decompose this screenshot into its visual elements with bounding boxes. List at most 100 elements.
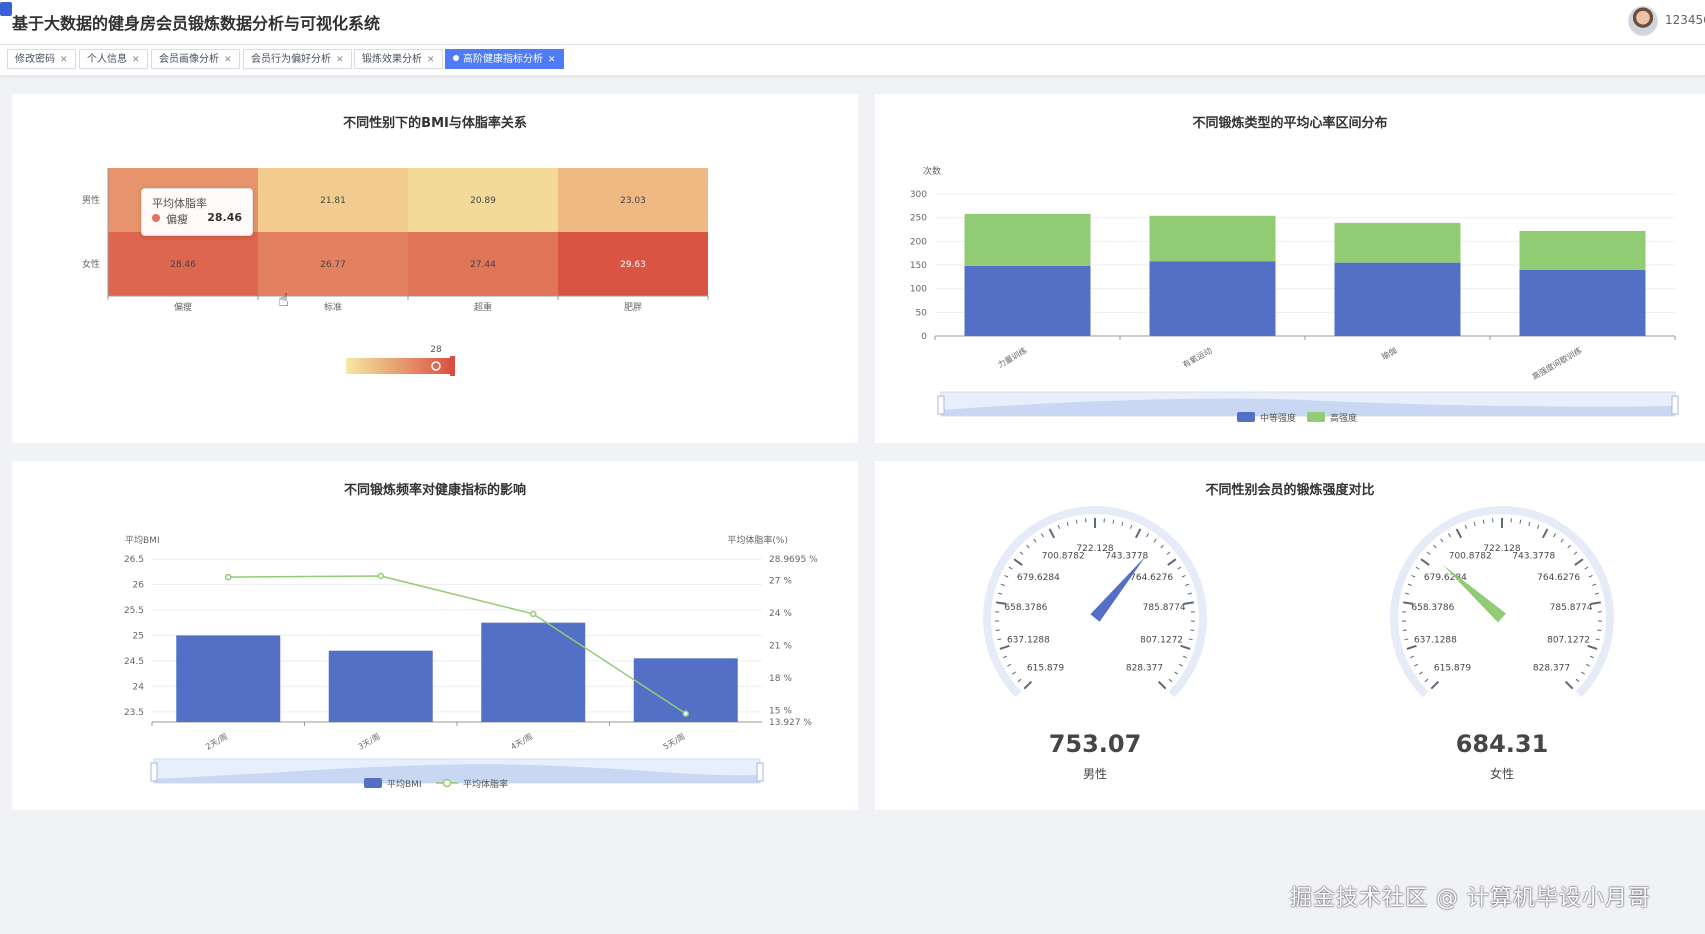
line-point [530, 610, 537, 618]
tab-behavior-preference[interactable]: 会员行为偏好分析 ✕ [243, 49, 352, 69]
gauge-tick [1013, 558, 1023, 566]
gauge-tick [1160, 544, 1164, 549]
x-axis-label: 肥胖 [624, 302, 642, 313]
gauge-tick [1057, 524, 1061, 529]
gauge-value: 684.31 [1456, 730, 1549, 758]
gauge-tick [1075, 519, 1078, 524]
avatar[interactable] [1628, 6, 1658, 36]
legend-label: 平均体脂率 [463, 778, 508, 790]
panel-heart-rate: 不同锻炼类型的平均心率区间分布 次数 0 50 100 150 200 250 300 力量训练… [875, 94, 1705, 443]
gauge-tick [995, 629, 1000, 632]
close-icon[interactable]: ✕ [548, 55, 556, 65]
bar [328, 650, 433, 722]
close-icon[interactable]: ✕ [427, 55, 435, 65]
gauge-tick [1112, 519, 1115, 524]
tooltip-value: 28.46 [207, 211, 242, 224]
username[interactable]: 123456 [1665, 13, 1705, 27]
bar-segment [1334, 262, 1461, 336]
gauge-tick-label: 658.3786 [1004, 603, 1047, 613]
line-point [682, 710, 689, 717]
gauge-pointer [1090, 556, 1146, 622]
bar-segment [1149, 215, 1276, 262]
gauge-tick [1410, 655, 1415, 659]
gauge-tick [998, 592, 1003, 595]
gauge-tick [1528, 521, 1531, 526]
frequency-chart[interactable]: 平均BMI 平均体脂率(%) 23.5 24 24.5 25 25.5 26 26.5 13.92… [12, 461, 858, 810]
gauge-tick [1420, 558, 1430, 566]
gauge-tick [1007, 663, 1012, 667]
gauge-tick [1440, 538, 1444, 543]
close-icon[interactable]: ✕ [336, 55, 344, 65]
gauge-tick [1411, 574, 1416, 578]
tab-advanced-health[interactable]: 高阶健康指标分析 ✕ [445, 49, 564, 69]
y-axis-label: 100 [910, 285, 927, 295]
legend-label: 高强度 [1330, 412, 1357, 424]
gauge-tick [1541, 528, 1549, 539]
gauge-tick-label: 637.1288 [1007, 636, 1050, 646]
gauge-tick [1188, 638, 1193, 641]
gauge-tick [1589, 655, 1594, 659]
gauge-tick-label: 743.3778 [1512, 552, 1555, 562]
y-axis-label: 50 [916, 308, 928, 318]
panel-bmi-bodyfat: 不同性别下的BMI与体脂率关系 21.81 20.89 23.03 男性 28.46 26… [12, 94, 858, 443]
close-icon[interactable]: ✕ [224, 55, 232, 65]
heatmap-cell-label: 20.89 [470, 196, 496, 206]
tab-change-password[interactable]: 修改密码 ✕ [7, 49, 76, 69]
tab-label: 个人信息 [87, 54, 127, 65]
y-axis-title: 次数 [923, 165, 941, 177]
data-zoom-handle-right [756, 762, 764, 782]
gauge-tick [999, 644, 1010, 650]
gauge-tick [1040, 533, 1044, 538]
gauge-tick [1574, 558, 1584, 566]
legend-label: 平均BMI [387, 778, 422, 790]
x-axis-label: 高强度间歇训练 [1530, 345, 1583, 382]
y-axis-label-right: 15 % [769, 706, 792, 716]
gauge-tick [1482, 519, 1485, 524]
gauge-tick [1406, 644, 1417, 650]
gauge-tick [1178, 663, 1183, 667]
bar [176, 635, 281, 722]
gauge-tick-label: 679.6284 [1017, 573, 1060, 583]
heart-rate-chart[interactable]: 次数 0 50 100 150 200 250 300 力量训练 有氧运动 瑜伽 高强度间歇训练中等强… [875, 94, 1705, 443]
gauge-tick [1008, 566, 1013, 570]
gauge-tick [1405, 592, 1410, 595]
heatmap-cell-label: 26.77 [320, 260, 346, 270]
heatmap-chart[interactable]: 21.81 20.89 23.03男性28.46 26.77 27.44 29.63女性偏… [12, 94, 858, 443]
gauge-tick [1000, 583, 1005, 586]
gauge-tick [1519, 519, 1522, 524]
data-zoom-handle-left [937, 395, 945, 415]
visual-map-handle [450, 356, 455, 376]
gauge-tick [1464, 524, 1468, 529]
tab-label: 高阶健康指标分析 [463, 54, 543, 65]
hand-cursor-icon: ☝ [278, 290, 289, 311]
intensity-gauges[interactable]: 615.879637.1288658.3786679.6284700.87827… [875, 461, 1705, 810]
close-icon[interactable]: ✕ [132, 55, 140, 65]
x-axis-label: 偏瘦 [174, 301, 192, 313]
tab-exercise-effect[interactable]: 锻炼效果分析 ✕ [354, 49, 443, 69]
tooltip-title: 平均体脂率 [152, 197, 207, 210]
gauge-tick [1129, 524, 1133, 529]
x-axis-label: 3天/周 [357, 732, 382, 752]
y-axis-label-right: 27 % [769, 576, 792, 586]
y-axis-title-left: 平均BMI [125, 534, 160, 546]
tab-label: 会员画像分析 [159, 54, 219, 65]
gauge-tick [1121, 521, 1124, 526]
tab-profile[interactable]: 个人信息 ✕ [79, 49, 148, 69]
tab-member-portrait[interactable]: 会员画像分析 ✕ [151, 49, 240, 69]
gauge-tick [1595, 638, 1600, 641]
gauge-tick-label: 828.377 [1126, 663, 1163, 673]
y-axis-label: 300 [910, 190, 927, 200]
gauge-tick [1174, 671, 1178, 675]
tab-label: 会员行为偏好分析 [251, 54, 331, 65]
visual-map-bar [346, 358, 454, 374]
legend-swatch [1307, 412, 1325, 422]
gauge-tick [1585, 663, 1590, 667]
y-axis-label: 150 [910, 261, 927, 271]
close-icon[interactable]: ✕ [60, 55, 68, 65]
y-axis-label: 男性 [82, 194, 100, 206]
legend-label: 中等强度 [1260, 412, 1296, 424]
gauge-name: 女性 [1490, 766, 1514, 781]
gauge-tick [1134, 528, 1142, 539]
gauge-tick-label: 828.377 [1533, 663, 1570, 673]
gauge-tick [1157, 680, 1167, 690]
